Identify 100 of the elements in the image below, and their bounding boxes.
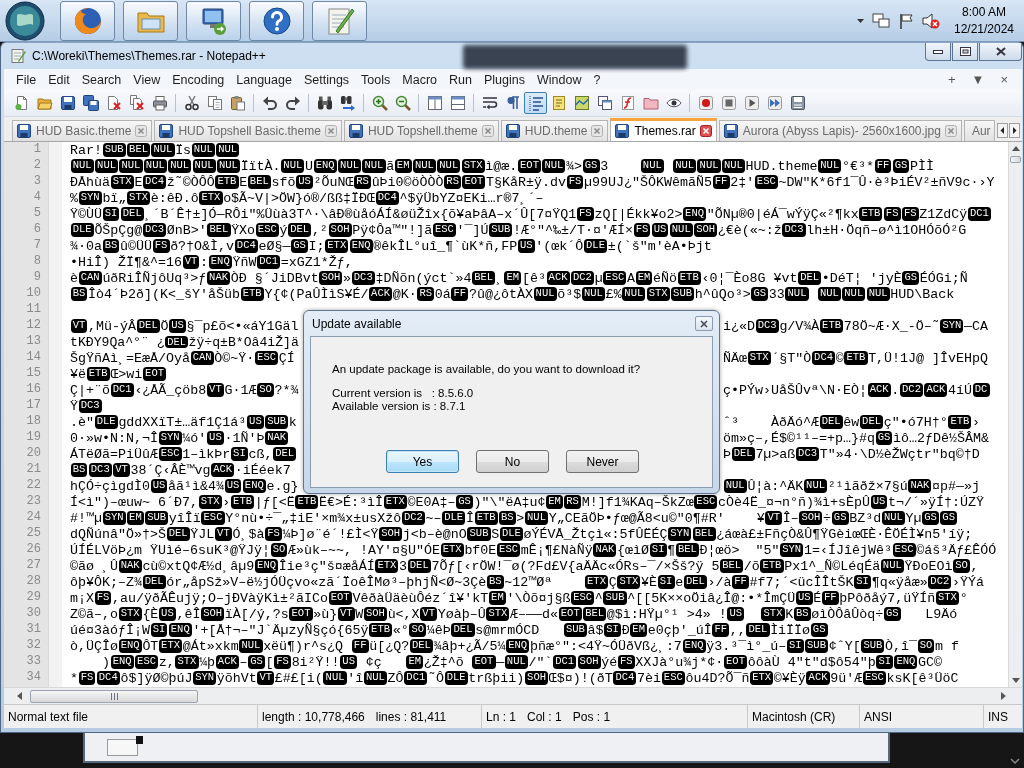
- code-text: 0á: [434, 286, 451, 302]
- code-text: ç"•ó7H†°: [883, 414, 948, 430]
- dialog-title: Update available: [312, 316, 402, 331]
- dropdown-button[interactable]: ▼: [967, 72, 989, 87]
- menu-item[interactable]: Language: [230, 70, 298, 89]
- code-text: ô$]ÿØ©þúJ: [120, 670, 193, 686]
- code-text: !Æ°"^‰±/T·¤'ÆÍ×: [513, 222, 633, 238]
- control-char-symbol: ESC: [603, 271, 627, 285]
- control-char-symbol: ESC: [661, 671, 685, 685]
- control-char-symbol: DC4: [375, 191, 399, 205]
- menu-item[interactable]: Settings: [297, 70, 356, 89]
- plus-button[interactable]: +: [943, 72, 960, 87]
- close-button[interactable]: ×: [996, 72, 1012, 87]
- code-text: Þ: [723, 446, 731, 462]
- clock-time[interactable]: 8:00 AM: [962, 3, 1006, 21]
- taskbar-button[interactable]: [312, 0, 367, 41]
- control-char-symbol: NUL: [504, 655, 528, 669]
- menu-item[interactable]: Plugins: [477, 70, 531, 89]
- control-char-symbol: DEL: [860, 415, 884, 429]
- code-text: ûÞi0©öÒÒÒ: [371, 174, 444, 190]
- code-text: ôþ¥ÔK;–Z¾: [70, 574, 142, 590]
- control-char-symbol: GS: [922, 511, 939, 525]
- clock-date[interactable]: 12/21/2024: [953, 20, 1015, 38]
- tab[interactable]: HUD Basic.theme: [12, 120, 153, 141]
- control-char-symbol: FS: [566, 175, 584, 189]
- close-button[interactable]: [695, 316, 713, 331]
- line-number: 25: [25, 526, 41, 542]
- control-char-symbol: FS: [901, 207, 919, 221]
- maximize-button[interactable]: [952, 43, 978, 61]
- left-arrow-icon[interactable]: [17, 692, 22, 700]
- computers-icon[interactable]: [872, 12, 890, 29]
- flag-icon[interactable]: [898, 12, 914, 29]
- tab[interactable]: Themes.rar: [610, 118, 717, 141]
- code-text: ŸJL: [190, 526, 215, 542]
- menu-item[interactable]: File: [10, 70, 43, 89]
- caret-icon[interactable]: [857, 18, 864, 23]
- code-text: U: [305, 158, 313, 174]
- control-char-symbol: ETB: [240, 287, 264, 301]
- status-text: Macintosh (CR): [752, 709, 836, 724]
- menu-item[interactable]: Search: [75, 70, 128, 89]
- code-text: h^ûQo³>: [694, 286, 751, 302]
- control-char-symbol: DEL: [288, 223, 312, 237]
- control-char-symbol: BEL: [692, 527, 716, 541]
- dialog-button[interactable]: Yes: [386, 450, 459, 473]
- control-char-symbol: SUB: [467, 527, 491, 541]
- up-arrow-icon[interactable]: [1011, 146, 1020, 151]
- code-text: —CA: [964, 318, 989, 334]
- code-text: dQÑúnâ"Ö»†>Š: [70, 526, 166, 542]
- vertical-split-icon: [426, 95, 443, 111]
- taskbar-button[interactable]: [186, 0, 241, 41]
- code-text: û©ÜÜ: [120, 238, 153, 254]
- document-close-icon: [105, 95, 122, 111]
- code-text: ü[¿Q?: [369, 638, 410, 654]
- control-char-symbol: DC3: [88, 463, 112, 477]
- vertical-scrollbar[interactable]: [1008, 142, 1022, 687]
- scrollbar-thumb[interactable]: [1010, 156, 1021, 163]
- down-arrow-icon[interactable]: [1011, 678, 1020, 683]
- control-char-symbol: US: [150, 479, 168, 493]
- menu-item[interactable]: Macro: [396, 70, 444, 89]
- code-text: ©ãø ¸Û: [70, 558, 118, 574]
- dialog-button[interactable]: Never: [566, 450, 639, 473]
- control-char-symbol: NUL: [191, 143, 215, 157]
- menu-item[interactable]: Tools: [355, 70, 397, 89]
- line-number: 23: [25, 494, 41, 510]
- tab[interactable]: HUD Topshell Basic.theme: [154, 120, 342, 141]
- scrollbar-thumb[interactable]: [30, 689, 198, 703]
- code-text: Z1ZdCÿ: [919, 206, 968, 222]
- code-text: [: [265, 654, 274, 670]
- speaker-muted-icon[interactable]: [922, 12, 940, 29]
- code-text: ¾>: [566, 158, 583, 174]
- tab[interactable]: HUD.theme: [500, 120, 609, 141]
- right-arrow-icon[interactable]: [1001, 692, 1006, 700]
- menu-item[interactable]: Encoding: [166, 70, 231, 89]
- menu-item[interactable]: Window: [530, 70, 588, 89]
- tab[interactable]: Aur: [963, 120, 995, 141]
- control-char-symbol: NUL: [437, 159, 461, 173]
- control-char-symbol: ENQ: [682, 639, 706, 653]
- start-button[interactable]: [5, 0, 45, 41]
- taskbar-button[interactable]: [123, 0, 178, 41]
- control-char-symbol: ESC: [201, 511, 225, 525]
- menu-item[interactable]: ?: [587, 70, 607, 89]
- horizontal-scrollbar[interactable]: [4, 687, 1022, 704]
- code-text: 4íÚ: [948, 382, 973, 398]
- menu-item[interactable]: Edit: [42, 70, 76, 89]
- taskbar-button[interactable]: [249, 0, 304, 41]
- menu-item[interactable]: View: [127, 70, 167, 89]
- dialog-button[interactable]: No: [476, 450, 549, 473]
- minimize-button[interactable]: [925, 43, 951, 61]
- control-char-symbol: DC3: [351, 271, 375, 285]
- code-text: Y°nù•÷¯„‡iE'×m¾x±usXžô: [225, 510, 402, 526]
- close-button[interactable]: [979, 43, 1022, 61]
- tab[interactable]: Aurora (Abyss Lapis)- 2560x1600.jpg: [718, 120, 962, 141]
- control-char-symbol: FS: [633, 223, 651, 237]
- menu-item[interactable]: Run: [443, 70, 478, 89]
- line-number: 21: [25, 462, 41, 478]
- tab[interactable]: HUD Topshell.theme: [343, 120, 499, 141]
- code-text: —: [496, 654, 505, 670]
- close-icon[interactable]: [699, 125, 712, 137]
- control-char-symbol: FS: [94, 591, 112, 605]
- taskbar-button[interactable]: [60, 0, 115, 41]
